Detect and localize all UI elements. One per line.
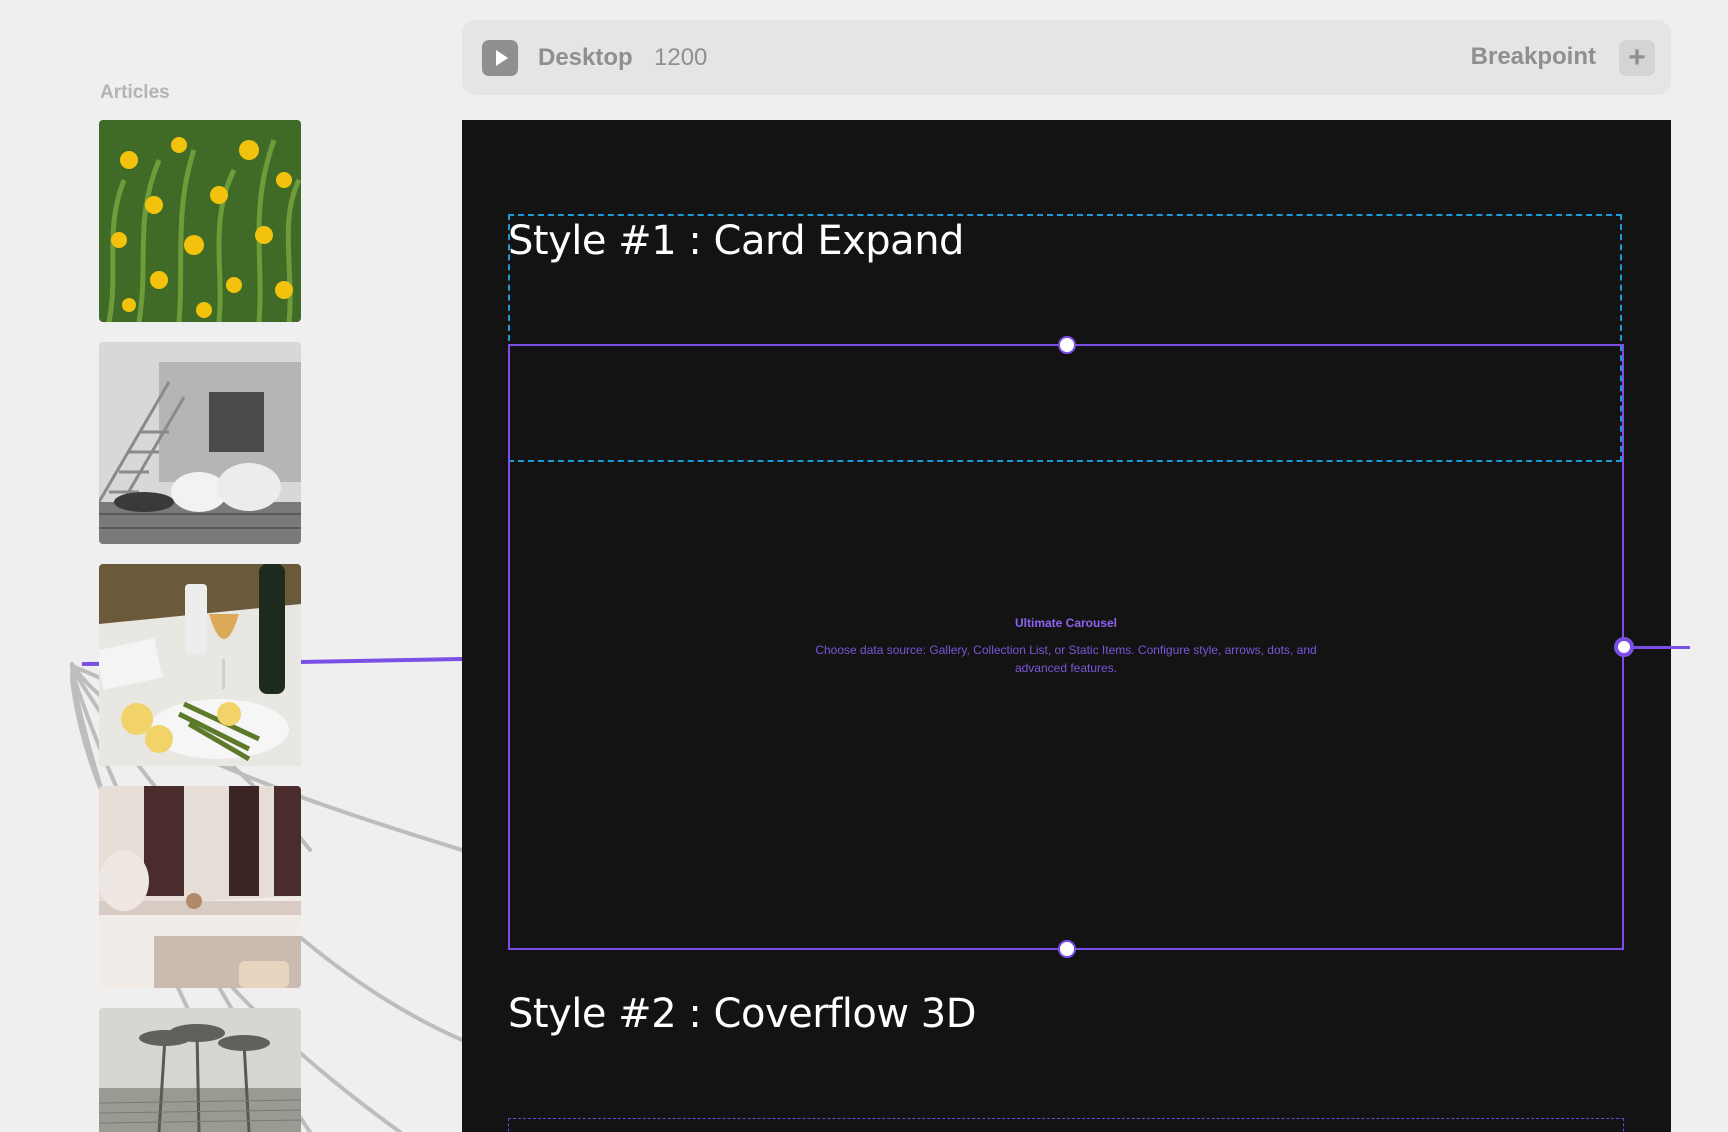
breakpoint-label[interactable]: Breakpoint [1471, 43, 1596, 71]
dandelion-field-image[interactable] [99, 120, 301, 322]
connector-handle[interactable] [1614, 637, 1634, 657]
style1-heading[interactable]: Style #1 : Card Expand [508, 218, 964, 264]
carousel-title: Ultimate Carousel [1014, 616, 1118, 630]
dinner-table-image[interactable] [99, 564, 301, 766]
canvas-frame[interactable]: Style #1 : Card Expand Ultimate Carousel… [462, 120, 1671, 1132]
play-icon[interactable] [482, 40, 518, 76]
palm-trees-image[interactable] [99, 1008, 301, 1132]
ultimate-carousel[interactable]: Ultimate Carousel Choose data source: Ga… [508, 336, 1624, 958]
next-section-outline [508, 1118, 1624, 1132]
dogs-on-deck-image[interactable] [99, 342, 301, 544]
style2-heading[interactable]: Style #2 : Coverflow 3D [508, 991, 977, 1037]
plus-icon[interactable]: + [1619, 40, 1655, 76]
resize-handle-top[interactable] [1058, 336, 1076, 354]
carousel-description: Choose data source: Gallery, Collection … [815, 643, 1317, 675]
articles-label: Articles [100, 82, 170, 103]
breakpoint-width: 1200 [654, 44, 708, 71]
breakpoint-name[interactable]: Desktop [538, 44, 633, 72]
marble-bathroom-image[interactable] [99, 786, 301, 988]
breakpoint-bar: Desktop 1200 Breakpoint + [462, 20, 1671, 95]
resize-handle-bottom[interactable] [1058, 940, 1076, 958]
